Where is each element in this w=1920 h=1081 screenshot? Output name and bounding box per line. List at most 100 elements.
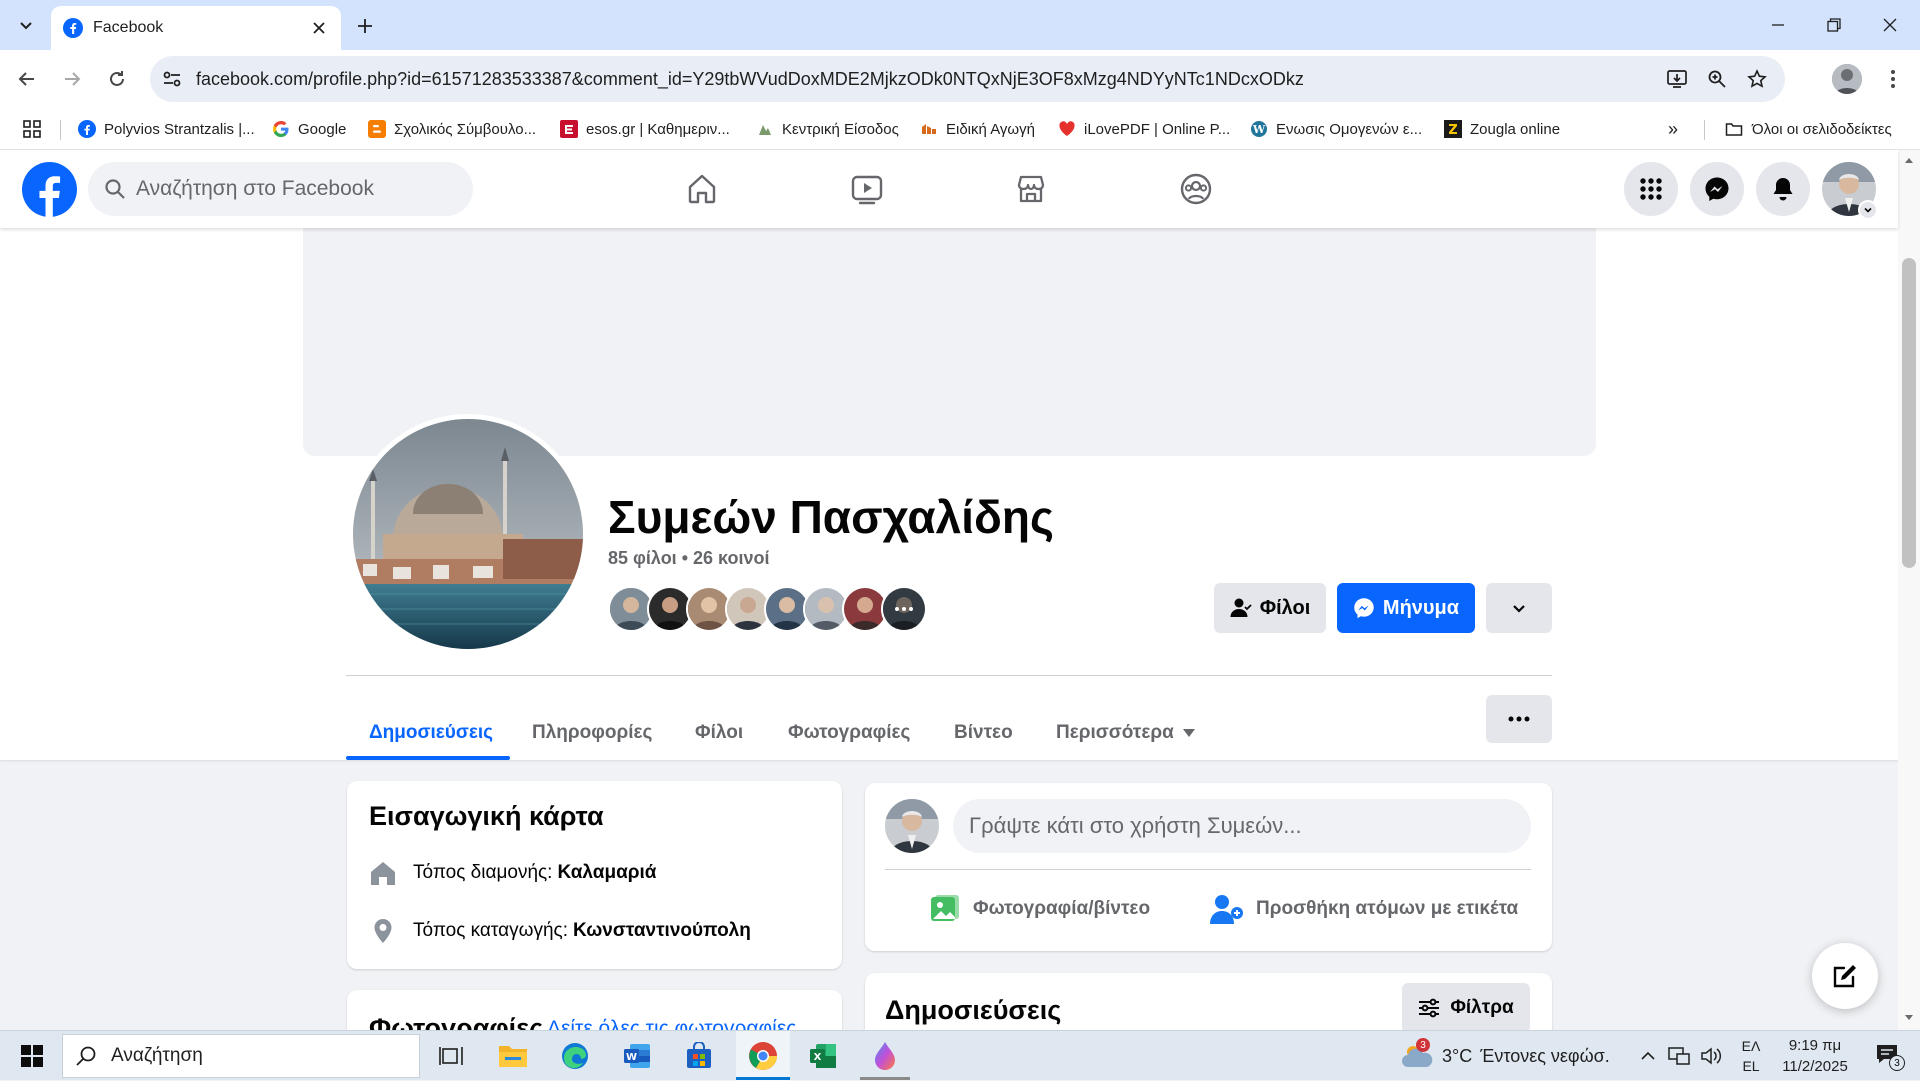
zoom-icon[interactable] [1697, 59, 1737, 99]
tab-posts[interactable]: Δημοσιεύσεις [369, 703, 493, 763]
minimize-window-button[interactable] [1750, 0, 1806, 50]
bookmark-item-3[interactable]: esos.gr | Καθημεριν... [560, 116, 730, 142]
from-value[interactable]: Κωνσταντινούπολη [573, 920, 751, 942]
profile-picture[interactable] [348, 414, 588, 654]
tab-friends[interactable]: Φίλοι [695, 703, 743, 763]
profile-options-button[interactable] [1486, 695, 1552, 743]
bookmark-item-1[interactable]: Google [272, 116, 346, 142]
taskbar-excel[interactable]: X [798, 1031, 848, 1081]
bookmark-separator [60, 120, 61, 140]
chevron-down-icon [1513, 605, 1525, 613]
search-icon [76, 1046, 96, 1066]
apps-button[interactable] [22, 116, 42, 142]
bookmarks-overflow-button[interactable]: » [1668, 116, 1678, 142]
bookmark-item-7[interactable]: W Ενωσις Ομογενών ε... [1250, 116, 1422, 142]
close-tab-icon[interactable] [309, 18, 329, 38]
friend-count[interactable]: 85 φίλοι • 26 κοινοί [608, 548, 769, 569]
start-button[interactable] [8, 1031, 56, 1081]
taskbar-search-box[interactable]: Αναζήτηση [62, 1034, 420, 1078]
close-window-button[interactable] [1862, 0, 1918, 50]
facebook-search-input[interactable]: Αναζήτηση στο Facebook [88, 162, 473, 216]
all-bookmarks-folder[interactable]: Όλοι οι σελιδοδείκτες [1724, 116, 1892, 142]
site-info-icon[interactable] [160, 67, 184, 91]
ellipsis-icon [883, 588, 925, 630]
reload-button[interactable] [99, 61, 135, 97]
person-photo-icon [766, 588, 808, 630]
taskbar-edge[interactable] [550, 1031, 600, 1081]
forward-button[interactable] [54, 61, 90, 97]
address-bar[interactable]: facebook.com/profile.php?id=615712835333… [150, 56, 1785, 102]
message-button-label: Μήνυμα [1382, 596, 1460, 619]
taskbar-file-explorer[interactable] [488, 1031, 538, 1081]
friends-button[interactable]: Φίλοι [1214, 583, 1326, 633]
lives-value[interactable]: Καλαμαριά [557, 862, 656, 884]
tab-more[interactable]: Περισσότερα [1056, 703, 1196, 763]
bookmark-item-6[interactable]: iLovePDF | Online P... [1058, 116, 1230, 142]
bookmark-item-8[interactable]: Zougla online [1444, 116, 1560, 142]
chevron-down-icon [20, 22, 32, 30]
taskbar-store[interactable] [674, 1031, 724, 1081]
account-dropdown-badge[interactable] [1858, 200, 1878, 220]
filters-label: Φίλτρα [1450, 997, 1514, 1018]
apps-grid-icon [23, 120, 41, 138]
scroll-down-icon[interactable] [1904, 1014, 1914, 1022]
posts-header-card: Δημοσιεύσεις Φίλτρα [865, 973, 1552, 1030]
page-scrollbar[interactable] [1898, 150, 1920, 1030]
facebook-logo[interactable] [22, 162, 77, 217]
composer-input[interactable]: Γράψτε κάτι στο χρήστη Συμεών... [953, 799, 1531, 853]
bookmark-item-4[interactable]: Κεντρική Είσοδος [756, 116, 899, 142]
person-photo-icon [844, 588, 886, 630]
network-tray-icon[interactable] [1664, 1031, 1694, 1081]
user-photo-icon [885, 799, 939, 853]
composer-avatar[interactable] [885, 799, 939, 853]
messenger-icon [1354, 598, 1374, 619]
see-all-photos-link[interactable]: Δείτε όλες τις φωτογραφίες [547, 1017, 796, 1030]
back-button[interactable] [9, 61, 45, 97]
scroll-up-icon[interactable] [1904, 156, 1914, 164]
volume-tray-icon[interactable] [1696, 1031, 1726, 1081]
profile-more-dropdown[interactable] [1486, 583, 1552, 633]
taskbar-clock[interactable]: 9:19 πμ 11/2/2025 [1770, 1034, 1860, 1078]
browser-tab-facebook[interactable]: Facebook [51, 6, 341, 50]
scrollbar-thumb[interactable] [1902, 258, 1916, 568]
bookmark-item-0[interactable]: Polyvios Strantzalis |... [78, 116, 255, 142]
nav-video[interactable] [811, 161, 923, 217]
show-hidden-icons-button[interactable] [1636, 1031, 1660, 1081]
nav-marketplace[interactable] [975, 161, 1087, 217]
tab-photos[interactable]: Φωτογραφίες [788, 703, 910, 763]
tab-search-button[interactable] [10, 9, 42, 41]
new-tab-button[interactable] [350, 11, 380, 41]
browser-profile-avatar[interactable] [1832, 64, 1862, 94]
url-text[interactable]: facebook.com/profile.php?id=615712835333… [196, 69, 1657, 90]
taskbar-chrome[interactable] [736, 1031, 790, 1081]
weather-widget[interactable]: 3 3°C Έντονες νεφώσ. [1400, 1031, 1620, 1081]
bookmark-label: Zougla online [1470, 120, 1561, 138]
messenger-button[interactable] [1690, 162, 1744, 216]
taskbar-app-drop[interactable] [860, 1031, 910, 1081]
message-button[interactable]: Μήνυμα [1337, 583, 1475, 633]
bookmark-item-5[interactable]: Ειδική Αγωγή [920, 116, 1035, 142]
nav-home[interactable] [646, 161, 758, 217]
menu-button[interactable] [1624, 162, 1678, 216]
photo-video-button[interactable]: Φωτογραφία/βίντεο [929, 883, 1150, 935]
restore-window-button[interactable] [1806, 0, 1862, 50]
nav-groups[interactable] [1140, 161, 1252, 217]
notification-center-button[interactable]: 3 [1866, 1031, 1912, 1081]
taskbar-word[interactable]: W [612, 1031, 662, 1081]
browser-menu-button[interactable] [1875, 61, 1911, 97]
tab-videos[interactable]: Βίντεο [954, 703, 1013, 763]
notifications-button[interactable] [1756, 162, 1810, 216]
task-view-button[interactable] [426, 1031, 476, 1081]
install-app-icon[interactable] [1657, 59, 1697, 99]
filters-button[interactable]: Φίλτρα [1402, 983, 1530, 1030]
tab-about[interactable]: Πληροφορίες [532, 703, 652, 763]
clock-date: 11/2/2025 [1782, 1058, 1848, 1075]
bookmark-star-icon[interactable] [1737, 59, 1777, 99]
weather-text: Έντονες νεφώσ. [1480, 1045, 1610, 1066]
new-message-button[interactable] [1812, 943, 1878, 1009]
input-language-indicator[interactable]: ΕΛ EL [1736, 1034, 1766, 1078]
tag-people-button[interactable]: Προσθήκη ατόμων με ετικέτα [1210, 883, 1518, 935]
bookmark-item-2[interactable]: Σχολικός Σύμβουλο... [368, 116, 536, 142]
friend-avatar-more[interactable] [881, 586, 927, 632]
network-icon [1668, 1047, 1690, 1065]
